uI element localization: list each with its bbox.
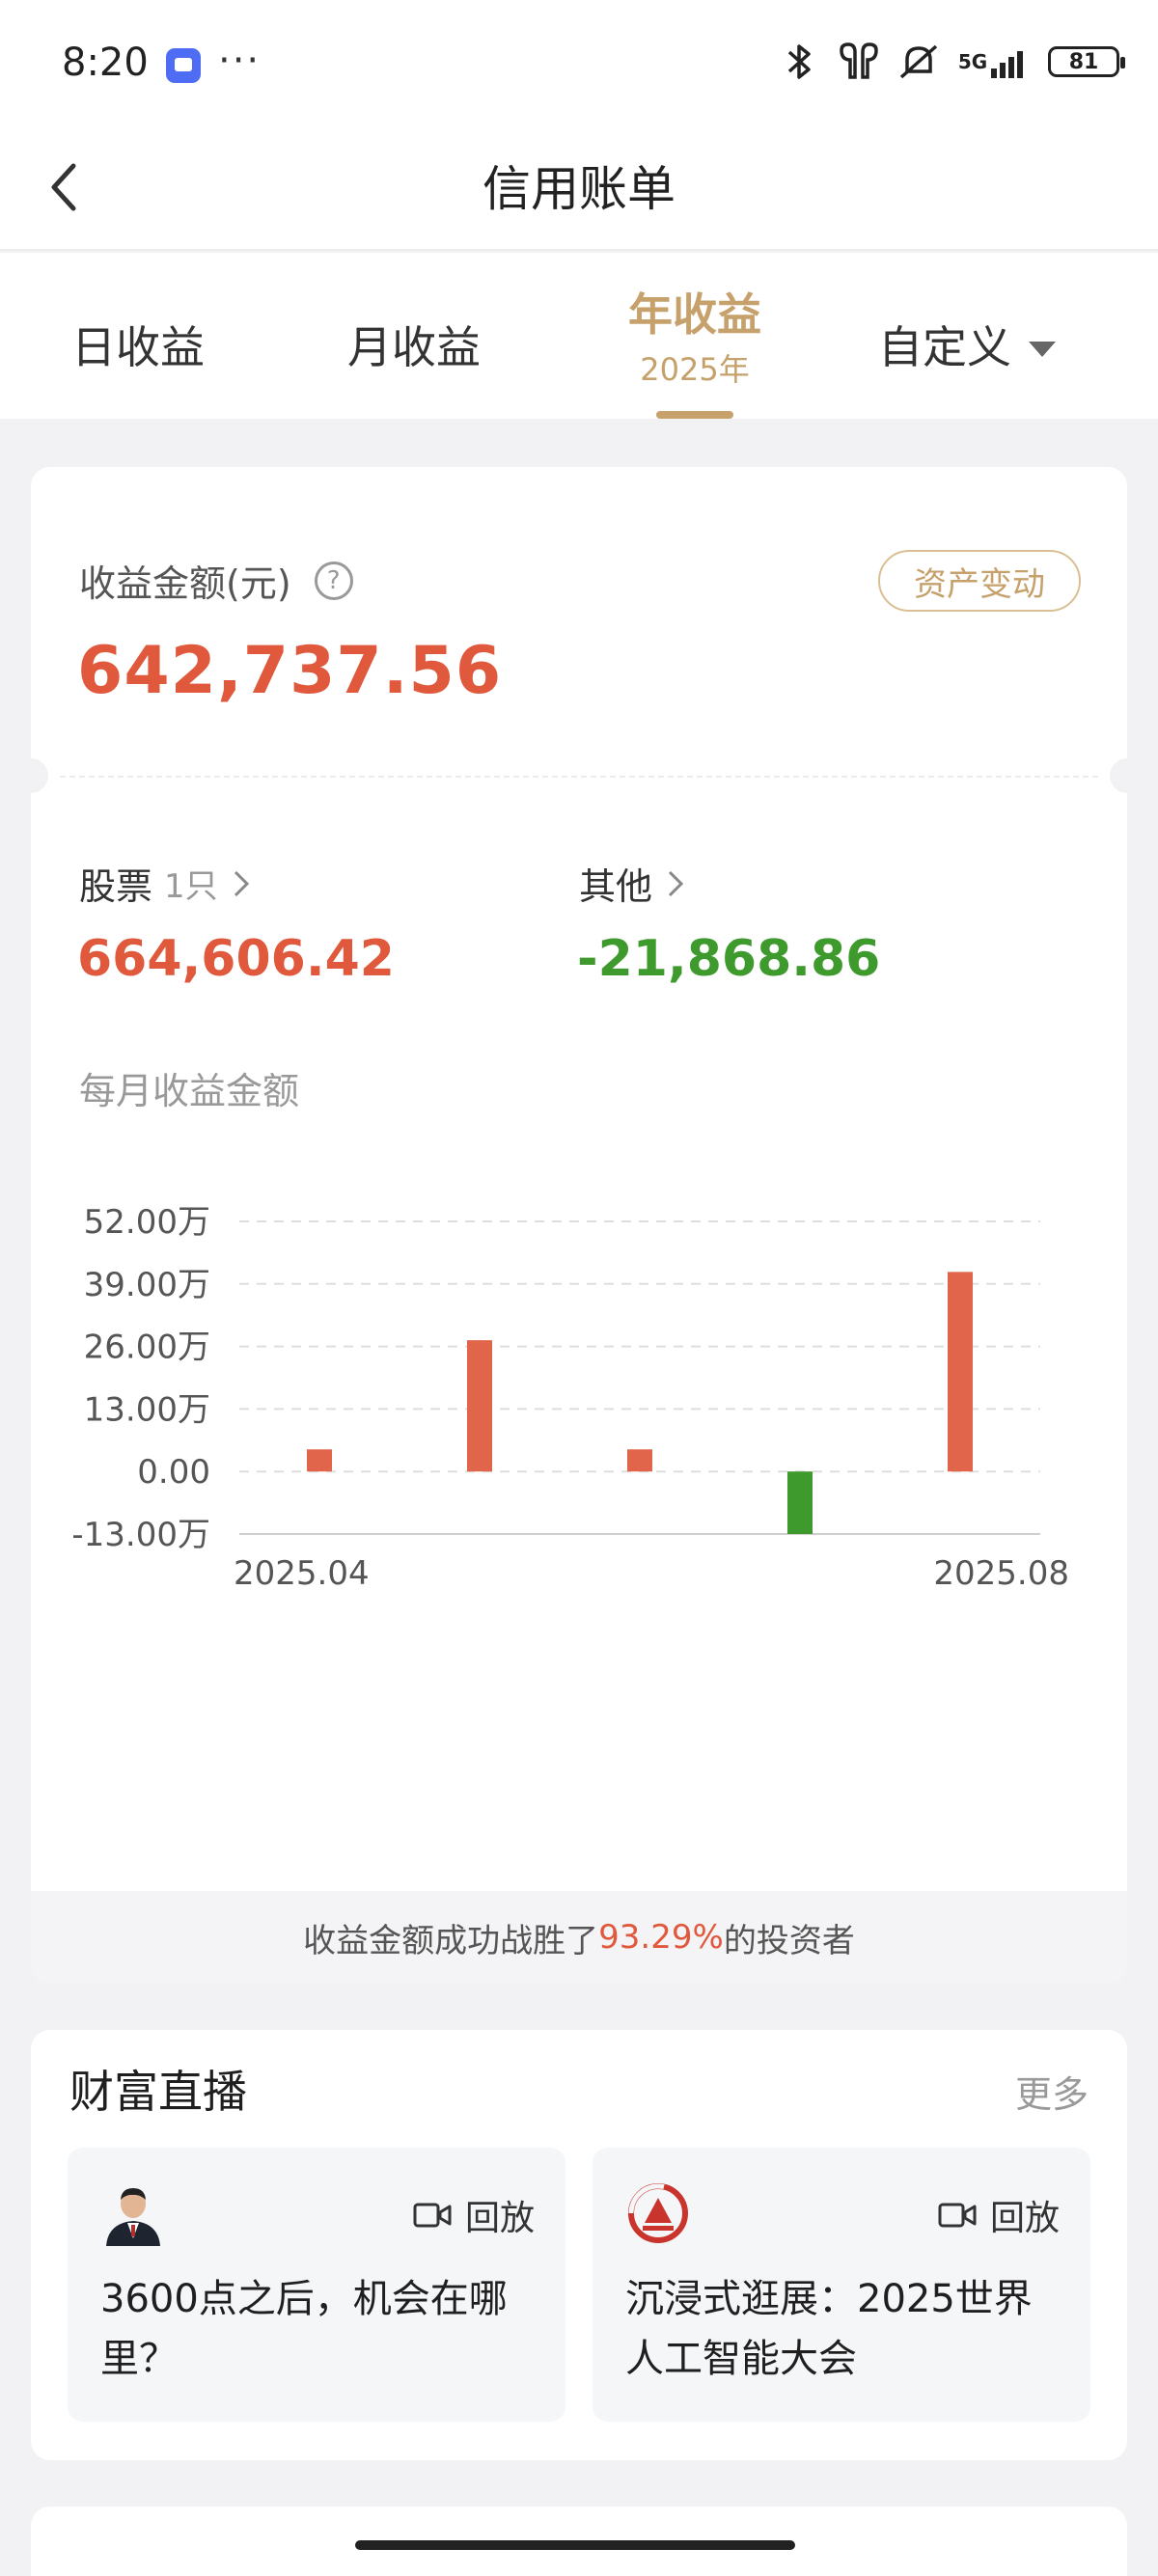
- bar: [627, 1449, 652, 1472]
- more-link[interactable]: 更多: [1015, 2065, 1089, 2118]
- rank-banner: 收益金额成功战胜了 93.29% 的投资者: [31, 1891, 1127, 1984]
- app-notification-icon: [166, 48, 201, 83]
- tab-year-label: 年收益: [628, 288, 761, 341]
- x-tick-label: 2025.08: [933, 1554, 1069, 1593]
- nav-bar: 信用账单: [0, 125, 1158, 251]
- stock-label: 股票: [79, 865, 153, 908]
- battery-indicator: 81: [1048, 46, 1125, 77]
- tab-year[interactable]: 年收益 2025年: [625, 280, 764, 390]
- help-icon[interactable]: ?: [314, 561, 353, 600]
- network-type: 5G: [957, 50, 988, 73]
- earbuds-icon: [838, 41, 880, 83]
- earnings-card: 收益金额(元) ? 资产变动 642,737.56 股票 1只 664,606.…: [31, 467, 1127, 1984]
- stock-link[interactable]: 股票 1只: [79, 857, 253, 910]
- broker-logo-icon: [628, 2183, 688, 2243]
- rank-prefix: 收益金额成功战胜了: [303, 1921, 599, 1960]
- active-tab-indicator: [656, 411, 733, 419]
- stock-count: 1只: [164, 867, 218, 906]
- divider: [60, 776, 1098, 778]
- live-item-title: 3600点之后，机会在哪里？: [100, 2277, 508, 2381]
- status-time: 8:20: [62, 41, 149, 85]
- home-indicator[interactable]: [355, 2540, 795, 2550]
- y-tick-label: 26.00万: [84, 1329, 210, 1367]
- replay-tag: 回放: [938, 2190, 1060, 2240]
- page-title: 信用账单: [482, 161, 676, 217]
- video-icon: [413, 2203, 452, 2228]
- replay-tag: 回放: [413, 2190, 535, 2240]
- tab-custom-label: 自定义: [878, 321, 1011, 373]
- stock-earnings-value: 664,606.42: [77, 930, 395, 988]
- y-tick-label: 39.00万: [84, 1266, 210, 1304]
- y-tick-label: 52.00万: [84, 1203, 210, 1242]
- monthly-earnings-chart: 52.00万 39.00万 26.00万 13.00万 0.00 -13.00万 2025.…: [71, 1203, 1069, 1593]
- tab-month[interactable]: 月收益: [347, 313, 481, 376]
- asset-change-button[interactable]: 资产变动: [878, 550, 1081, 612]
- status-icons: 5G 81: [778, 41, 1125, 83]
- monthly-earnings-label: 每月收益金额: [79, 1070, 300, 1112]
- live-item-title: 沉浸式逛展：2025世界人工智能大会: [625, 2277, 1033, 2381]
- signal-icon: 5G: [957, 41, 1031, 83]
- card-notch-right: [1110, 758, 1127, 793]
- replay-label: 回放: [464, 2199, 535, 2238]
- tab-custom[interactable]: 自定义: [878, 313, 1056, 376]
- tab-year-sub: 2025年: [640, 351, 750, 388]
- more-notifications-icon: ···: [218, 39, 262, 83]
- section-title: 财富直播: [69, 2066, 247, 2118]
- presenter-avatar: [100, 2180, 166, 2246]
- tab-day[interactable]: 日收益: [71, 313, 205, 376]
- y-tick-label: 0.00: [137, 1453, 210, 1492]
- total-earnings-value: 642,737.56: [77, 633, 503, 709]
- bar: [948, 1272, 973, 1472]
- y-tick-label: 13.00万: [84, 1390, 210, 1429]
- card-notch-left: [31, 758, 48, 793]
- dropdown-arrow-icon: [1029, 342, 1056, 357]
- video-icon: [938, 2203, 977, 2228]
- rank-percent: 93.29%: [598, 1918, 724, 1957]
- amount-label: 收益金额(元): [79, 562, 291, 605]
- bluetooth-icon: [778, 41, 820, 83]
- period-tabs: 日收益 月收益 年收益 2025年 自定义: [0, 253, 1158, 419]
- replay-label: 回放: [989, 2199, 1060, 2238]
- bar: [467, 1340, 492, 1472]
- bar: [787, 1471, 813, 1534]
- status-bar: 8:20 ··· 5G 81: [0, 0, 1158, 125]
- other-label: 其他: [579, 865, 653, 908]
- amount-label-row: 收益金额(元) ?: [79, 554, 353, 607]
- chevron-right-icon: [668, 870, 684, 896]
- bar: [307, 1449, 332, 1472]
- live-item[interactable]: 回放 3600点之后，机会在哪里？: [68, 2148, 565, 2422]
- mute-bell-icon: [897, 41, 940, 83]
- wealth-live-card: 财富直播 更多 回放 3600点之后，机会在哪里？ 回放 沉浸式逛展：2025世…: [31, 2030, 1127, 2460]
- rank-suffix: 的投资者: [723, 1921, 855, 1960]
- other-earnings-value: -21,868.86: [577, 930, 881, 988]
- chevron-right-icon: [234, 870, 249, 896]
- y-tick-label: -13.00万: [71, 1516, 210, 1554]
- live-item[interactable]: 回放 沉浸式逛展：2025世界人工智能大会: [593, 2148, 1090, 2422]
- x-tick-label: 2025.04: [234, 1554, 370, 1593]
- other-link[interactable]: 其他: [579, 857, 687, 910]
